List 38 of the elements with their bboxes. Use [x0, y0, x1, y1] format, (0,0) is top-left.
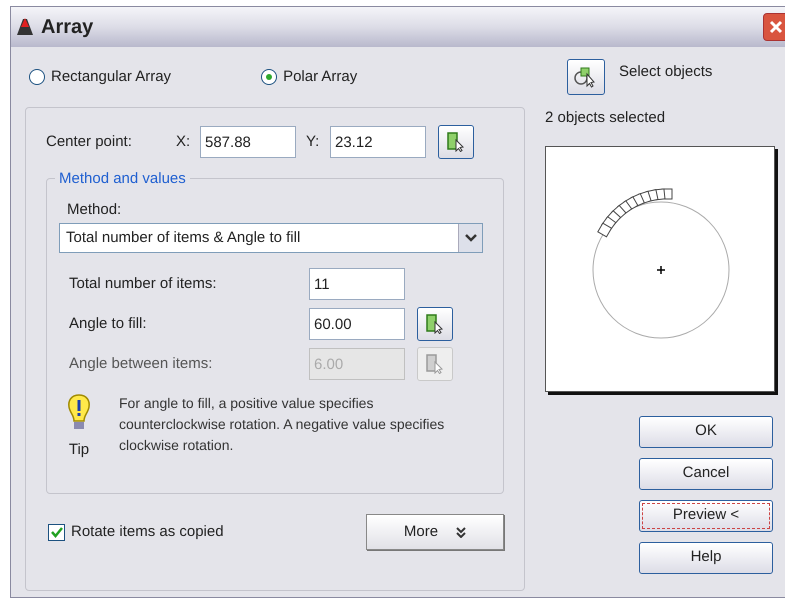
selection-status: 2 objects selected	[545, 108, 666, 128]
pick-point-icon	[447, 132, 465, 152]
more-button[interactable]: More	[366, 514, 504, 550]
center-point-label: Center point:	[46, 132, 133, 152]
number-input-field[interactable]: 60.00	[309, 308, 405, 340]
number-input-field[interactable]: 11	[309, 268, 405, 300]
array-type-radio[interactable]: Polar Array	[261, 66, 358, 88]
y-label: Y:	[306, 132, 320, 152]
dialog-button[interactable]: Preview <	[639, 500, 773, 532]
pick-point-button[interactable]	[438, 125, 474, 159]
number-input-field: 6.00	[309, 348, 405, 380]
y-input-field[interactable]: 23.12	[330, 126, 426, 158]
close-button[interactable]	[763, 13, 785, 41]
method-dropdown[interactable]: Total number of items & Angle to fill	[59, 223, 483, 253]
method-label: Method:	[66, 200, 122, 220]
pick-point-icon	[426, 354, 444, 374]
app-logo-icon	[15, 17, 35, 37]
dialog-button[interactable]: Help	[639, 542, 773, 574]
array-type-radio[interactable]: Rectangular Array	[29, 66, 172, 88]
pick-point-icon	[426, 314, 444, 334]
checkmark-icon	[50, 526, 62, 538]
close-icon	[768, 19, 784, 35]
tip-label: Tip	[68, 440, 90, 460]
field-label: Total number of items:	[68, 274, 218, 294]
x-input-field[interactable]: 587.88	[200, 126, 296, 158]
dialog-button[interactable]: OK	[639, 416, 773, 448]
window-title: Array	[41, 15, 94, 40]
double-chevron-down-icon	[456, 526, 466, 538]
tip-text: For angle to fill, a positive value specifies counterclockwise rotation. A negative value specifies clockwise rotation.	[119, 394, 446, 455]
dialog-button[interactable]: Cancel	[639, 458, 773, 490]
x-label: X:	[176, 132, 192, 152]
select-objects-button[interactable]	[567, 59, 605, 95]
select-objects-label: Select objects	[619, 62, 712, 82]
chevron-down-icon	[464, 234, 476, 242]
pick-point-button[interactable]	[417, 307, 453, 341]
rotate-items-checkbox[interactable]: Rotate items as copied	[48, 520, 224, 544]
field-label: Angle between items:	[68, 354, 214, 374]
field-label: Angle to fill:	[68, 314, 148, 334]
